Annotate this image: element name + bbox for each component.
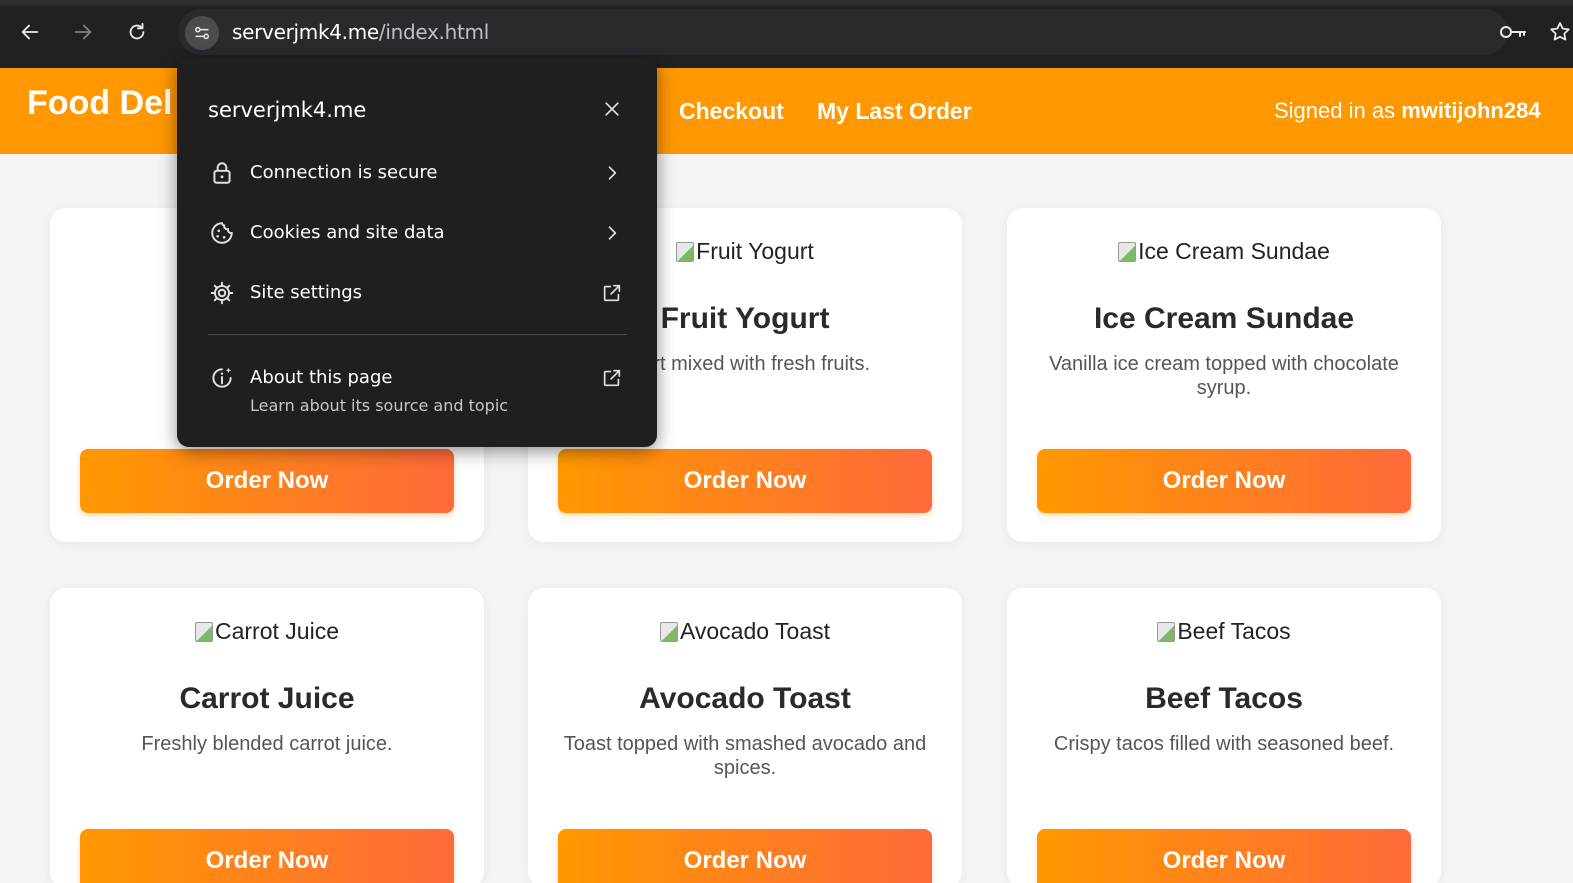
product-description: Toast topped with smashed avocado and sp…: [563, 733, 927, 779]
image-alt-text: Avocado Toast: [679, 618, 831, 644]
tab-strip-edge: [0, 0, 1573, 6]
product-image: Ice Cream Sundae: [1007, 238, 1441, 265]
order-now-button[interactable]: Order Now: [558, 449, 932, 513]
product-image: Beef Tacos: [1007, 618, 1441, 645]
password-key-button[interactable]: [1498, 20, 1528, 44]
image-alt-text: Carrot Juice: [215, 618, 339, 644]
order-now-button[interactable]: Order Now: [80, 829, 454, 883]
popup-title: serverjmk4.me: [208, 98, 367, 122]
product-description: Crispy tacos filled with seasoned beef.: [1053, 733, 1395, 755]
product-image: Avocado Toast: [528, 618, 962, 645]
product-description: Vanilla ice cream topped with chocolate …: [1049, 353, 1399, 399]
site-info-popup: serverjmk4.me Connection is secure Cooki…: [177, 58, 657, 447]
image-alt-text: Ice Cream Sundae: [1138, 238, 1330, 264]
broken-image-icon: [195, 622, 213, 642]
chevron-right-icon: [599, 160, 625, 186]
star-icon: [1550, 22, 1570, 41]
product-title: Ice Cream Sundae: [1093, 302, 1355, 335]
image-alt-text: Beef Tacos: [1177, 618, 1291, 644]
popup-item-cookies[interactable]: Cookies and site data: [177, 208, 657, 258]
url-host: serverjmk4.me: [232, 20, 379, 44]
popup-divider: [208, 334, 627, 335]
broken-image-icon: [1157, 622, 1176, 642]
popup-item-site-settings[interactable]: Site settings: [177, 268, 657, 318]
order-now-button[interactable]: Order Now: [558, 829, 932, 883]
site-info-button[interactable]: [185, 16, 219, 50]
brand-title[interactable]: Food Del: [27, 84, 172, 123]
back-button[interactable]: [15, 17, 45, 47]
order-now-button[interactable]: Order Now: [1037, 449, 1411, 513]
signed-in-status: Signed in as mwitijohn284: [1274, 98, 1541, 124]
tune-icon: [195, 26, 209, 40]
signed-prefix: Signed in as: [1274, 98, 1402, 123]
product-title: Carrot Juice: [179, 682, 355, 715]
key-icon: [1500, 26, 1526, 38]
product-card: Ice Cream Sundae Ice Cream Sundae Vanill…: [1007, 208, 1441, 542]
url-path: /index.html: [378, 20, 489, 44]
reload-button[interactable]: [122, 17, 152, 47]
product-title: Beef Tacos: [1145, 682, 1303, 715]
product-description: Freshly blended carrot juice.: [141, 733, 393, 755]
nav-checkout[interactable]: Checkout: [679, 98, 784, 125]
product-image: Carrot Juice: [50, 618, 484, 645]
gear-icon: [210, 281, 234, 305]
image-alt-text: Fruit Yogurt: [696, 238, 814, 264]
lock-icon: [213, 162, 231, 184]
order-now-button[interactable]: Order Now: [80, 449, 454, 513]
chevron-right-icon: [599, 220, 625, 246]
bookmark-button[interactable]: [1548, 20, 1572, 44]
open-external-icon: [599, 280, 625, 306]
popup-item-label: Site settings: [250, 282, 363, 303]
url-text[interactable]: serverjmk4.me/index.html: [232, 20, 489, 44]
product-card: Avocado Toast Avocado Toast Toast topped…: [528, 588, 962, 883]
popup-close-button[interactable]: [599, 96, 625, 122]
open-external-icon: [599, 365, 625, 391]
product-card: Carrot Juice Carrot Juice Freshly blende…: [50, 588, 484, 883]
product-card: Beef Tacos Beef Tacos Crispy tacos fille…: [1007, 588, 1441, 883]
arrow-left-icon: [21, 24, 39, 40]
cookie-icon: [211, 222, 233, 244]
close-icon: [605, 102, 619, 116]
page-info-icon: [212, 367, 232, 388]
reload-icon: [129, 22, 145, 40]
username: mwitijohn284: [1401, 98, 1541, 123]
product-title: Avocado Toast: [639, 682, 851, 715]
popup-item-label: Connection is secure: [250, 162, 438, 183]
arrow-right-icon: [74, 24, 92, 40]
broken-image-icon: [676, 242, 695, 262]
popup-item-label: About this page: [250, 367, 393, 388]
broken-image-icon: [659, 622, 678, 642]
forward-button[interactable]: [68, 17, 98, 47]
order-now-button[interactable]: Order Now: [1037, 829, 1411, 883]
nav-my-last-order[interactable]: My Last Order: [817, 98, 972, 125]
popup-item-sublabel: Learn about its source and topic: [250, 396, 509, 415]
broken-image-icon: [1118, 242, 1137, 262]
popup-item-connection[interactable]: Connection is secure: [177, 148, 657, 198]
popup-item-label: Cookies and site data: [250, 222, 445, 243]
